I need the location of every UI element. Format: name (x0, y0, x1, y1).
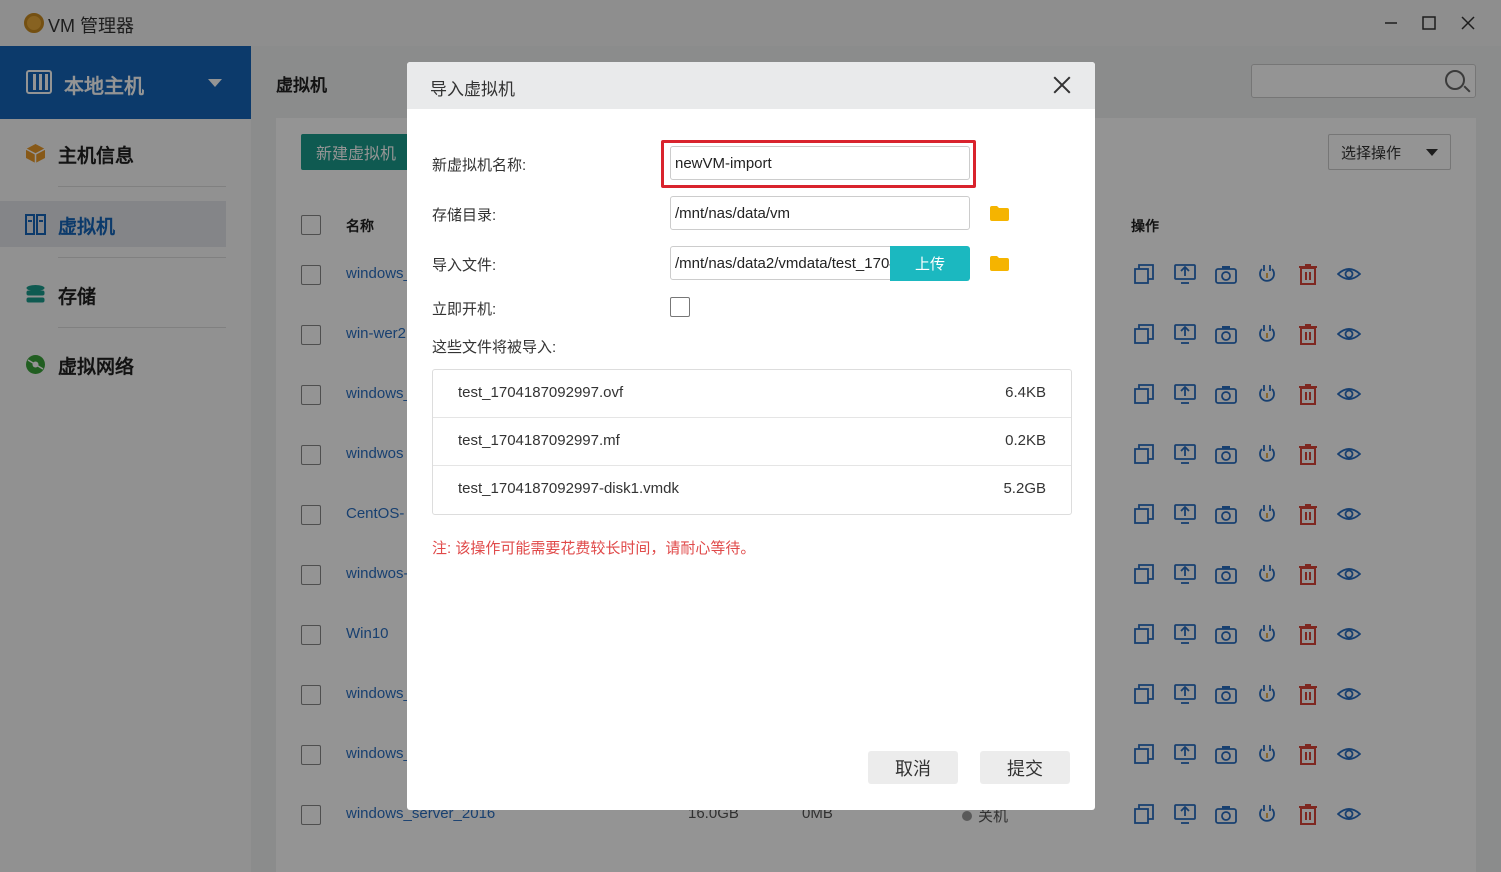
autostart-label: 立即开机: (432, 301, 497, 318)
vm-name-label: 新虚拟机名称: (432, 157, 527, 174)
file-size: 6.4KB (1005, 384, 1046, 401)
autostart-checkbox[interactable] (670, 297, 690, 317)
dialog-title: 导入虚拟机 (430, 80, 515, 99)
dialog-header: 导入虚拟机 (407, 62, 1095, 109)
import-vm-dialog: 导入虚拟机 新虚拟机名称: newVM-import 存储目录: /mnt/na… (407, 62, 1095, 810)
storage-dir-label: 存储目录: (432, 207, 497, 224)
upload-button[interactable]: 上传 (890, 246, 970, 281)
import-file-list: test_1704187092997.ovf 6.4KB test_170418… (432, 369, 1072, 515)
import-file-label: 导入文件: (432, 257, 497, 274)
file-name: test_1704187092997-disk1.vmdk (458, 480, 679, 497)
file-size: 5.2GB (1003, 480, 1046, 497)
file-size: 0.2KB (1005, 432, 1046, 449)
submit-button[interactable]: 提交 (980, 751, 1070, 784)
storage-dir-input[interactable]: /mnt/nas/data/vm (670, 196, 970, 230)
file-name: test_1704187092997.mf (458, 432, 620, 449)
list-item: test_1704187092997.mf 0.2KB (433, 418, 1071, 466)
list-item: test_1704187092997-disk1.vmdk 5.2GB (433, 466, 1071, 514)
folder-icon[interactable] (990, 206, 1009, 221)
close-icon[interactable] (1051, 74, 1073, 96)
files-label: 这些文件将被导入: (432, 339, 557, 356)
list-item: test_1704187092997.ovf 6.4KB (433, 370, 1071, 418)
warning-note: 注: 该操作可能需要花费较长时间，请耐心等待。 (432, 540, 756, 557)
cancel-button[interactable]: 取消 (868, 751, 958, 784)
folder-icon[interactable] (990, 256, 1009, 271)
import-file-input[interactable]: /mnt/nas/data2/vmdata/test_1704187092997 (670, 246, 892, 280)
file-name: test_1704187092997.ovf (458, 384, 624, 401)
vm-name-input[interactable]: newVM-import (670, 146, 970, 180)
